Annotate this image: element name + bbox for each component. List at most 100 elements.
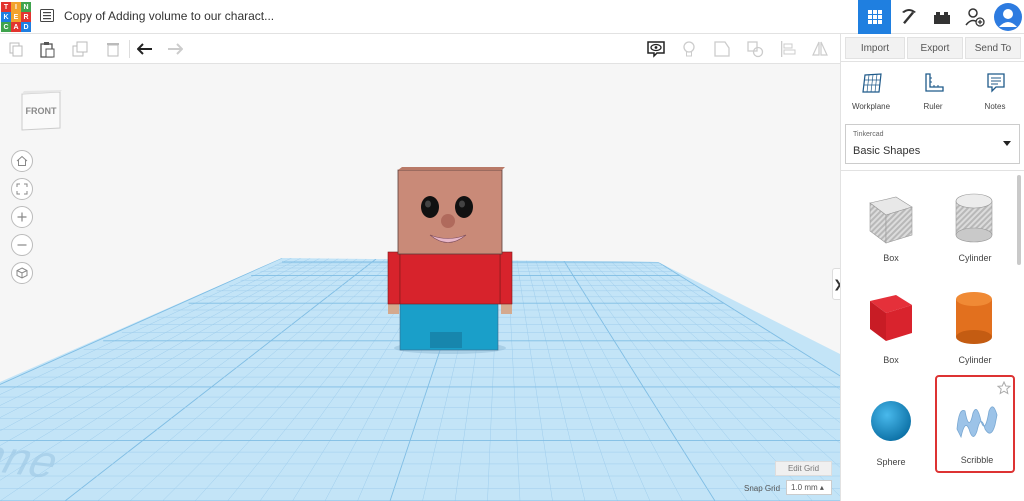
lightbulb-icon	[683, 41, 695, 57]
send-to-button[interactable]: Send To	[965, 37, 1021, 59]
shape-cylinder-hole[interactable]: Cylinder	[935, 175, 1015, 271]
striped-cylinder-icon	[955, 193, 993, 243]
redo-button[interactable]	[165, 39, 185, 59]
workplane-canvas[interactable]: Workplane	[0, 64, 840, 501]
group-button[interactable]	[712, 39, 732, 59]
snap-grid-label: Snap Grid	[744, 484, 781, 493]
bricks-button[interactable]	[925, 0, 958, 34]
add-user-button[interactable]	[958, 0, 991, 34]
fit-view-icon	[16, 183, 28, 195]
import-export-bar: Import Export Send To	[841, 34, 1024, 62]
align-button[interactable]	[778, 39, 798, 59]
workplane-icon	[862, 73, 882, 93]
tinkercad-logo[interactable]: TINKERCAD	[1, 2, 31, 32]
red-box-icon	[870, 295, 912, 341]
logo-letter: R	[21, 12, 31, 22]
star-icon[interactable]	[997, 381, 1011, 395]
import-button[interactable]: Import	[845, 37, 905, 59]
trash-icon	[107, 43, 119, 57]
notes-tool[interactable]: Notes	[965, 68, 1024, 118]
right-eye-shine	[459, 200, 465, 208]
shape-box[interactable]: Box	[851, 277, 931, 373]
ruler-tool[interactable]: Ruler	[903, 68, 963, 118]
shape-library-select[interactable]: Tinkercad Basic Shapes	[845, 124, 1020, 164]
notes-tool-label: Notes	[984, 102, 1006, 111]
mirror-icon	[812, 41, 828, 56]
logo-letter: T	[1, 2, 11, 12]
pickaxe-icon	[901, 9, 916, 25]
left-arm[interactable]	[387, 251, 401, 305]
right-eye[interactable]	[455, 196, 473, 218]
logo-letter: C	[1, 22, 11, 32]
design-title[interactable]: Copy of Adding volume to our charact...	[64, 9, 274, 23]
shape-scribble[interactable]: Scribble	[935, 375, 1015, 473]
brick-icon	[933, 12, 950, 24]
edit-grid-button[interactable]: Edit Grid	[775, 461, 832, 476]
shape-sphere[interactable]: Sphere	[851, 379, 931, 475]
right-arm[interactable]	[499, 251, 513, 305]
show-all-button[interactable]	[646, 39, 666, 59]
shape-cylinder[interactable]: Cylinder	[935, 277, 1015, 373]
export-button[interactable]: Export	[907, 37, 963, 59]
sphere-icon	[871, 401, 911, 441]
grid-icon	[867, 10, 882, 24]
avatar[interactable]	[991, 0, 1024, 34]
view-cube[interactable]: FRONT	[18, 88, 64, 134]
pickaxe-button[interactable]	[892, 0, 925, 34]
snap-grid-select[interactable]: 1.0 mm ▴	[786, 480, 832, 495]
logo-letter: K	[1, 12, 11, 22]
zoom-out-button[interactable]	[11, 234, 33, 256]
3d-view-button[interactable]	[858, 0, 891, 34]
group-shapes-icon	[714, 41, 730, 57]
undo-button[interactable]	[135, 39, 155, 59]
shape-label: Cylinder	[958, 253, 992, 263]
head-top	[398, 167, 505, 170]
ruler-icon	[925, 73, 944, 92]
user-avatar-icon	[993, 3, 1022, 31]
mirror-button[interactable]	[810, 39, 830, 59]
delete-button[interactable]	[103, 39, 123, 59]
shape-label: Scribble	[960, 455, 994, 465]
right-hand[interactable]	[501, 304, 512, 314]
toolbar-divider	[129, 40, 130, 58]
fit-view-button[interactable]	[11, 178, 33, 200]
shape-label: Box	[883, 355, 899, 365]
perspective-button[interactable]	[11, 262, 33, 284]
left-eye-shine	[425, 200, 431, 208]
home-view-button[interactable]	[11, 150, 33, 172]
design-menu-icon[interactable]	[40, 9, 54, 22]
shape-label: Box	[883, 253, 899, 263]
tools-row: Workplane Ruler Notes	[841, 68, 1024, 118]
copy-button[interactable]	[6, 39, 26, 59]
ungroup-button[interactable]	[745, 39, 765, 59]
redo-arrow-icon	[168, 43, 183, 55]
add-user-icon	[964, 8, 985, 27]
duplicate-icon	[72, 41, 88, 57]
character-torso[interactable]	[399, 249, 501, 305]
logo-letter: I	[11, 2, 21, 12]
clipboard-icon	[40, 41, 55, 58]
view-cube-label: FRONT	[25, 106, 57, 116]
ruler-tool-label: Ruler	[923, 102, 943, 111]
caret-down-icon	[1003, 141, 1011, 146]
left-hand[interactable]	[388, 304, 399, 314]
zoom-in-button[interactable]	[11, 206, 33, 228]
nose[interactable]	[441, 214, 455, 228]
perspective-cube-icon	[16, 267, 28, 279]
workplane-tool[interactable]: Workplane	[841, 68, 901, 118]
leg-gap	[430, 332, 462, 348]
shape-label: Cylinder	[958, 355, 992, 365]
character-model[interactable]	[387, 167, 513, 354]
logo-letter: E	[11, 12, 21, 22]
3d-viewport[interactable]: Workplane FRONT Edit Grid Snap Grid 1.0 …	[0, 64, 840, 501]
notes-icon	[987, 73, 1005, 93]
shape-grid: Box Cylinder Box Cylinder Sphere Scribbl…	[841, 170, 1024, 501]
light-button[interactable]	[679, 39, 699, 59]
duplicate-button[interactable]	[70, 39, 90, 59]
scrollbar[interactable]	[1017, 175, 1021, 265]
undo-arrow-icon	[137, 43, 152, 55]
shape-box-hole[interactable]: Box	[851, 175, 931, 271]
paste-button[interactable]	[37, 39, 57, 59]
left-eye[interactable]	[421, 196, 439, 218]
shapes-panel: Import Export Send To Workplane Ruler No…	[840, 34, 1024, 501]
